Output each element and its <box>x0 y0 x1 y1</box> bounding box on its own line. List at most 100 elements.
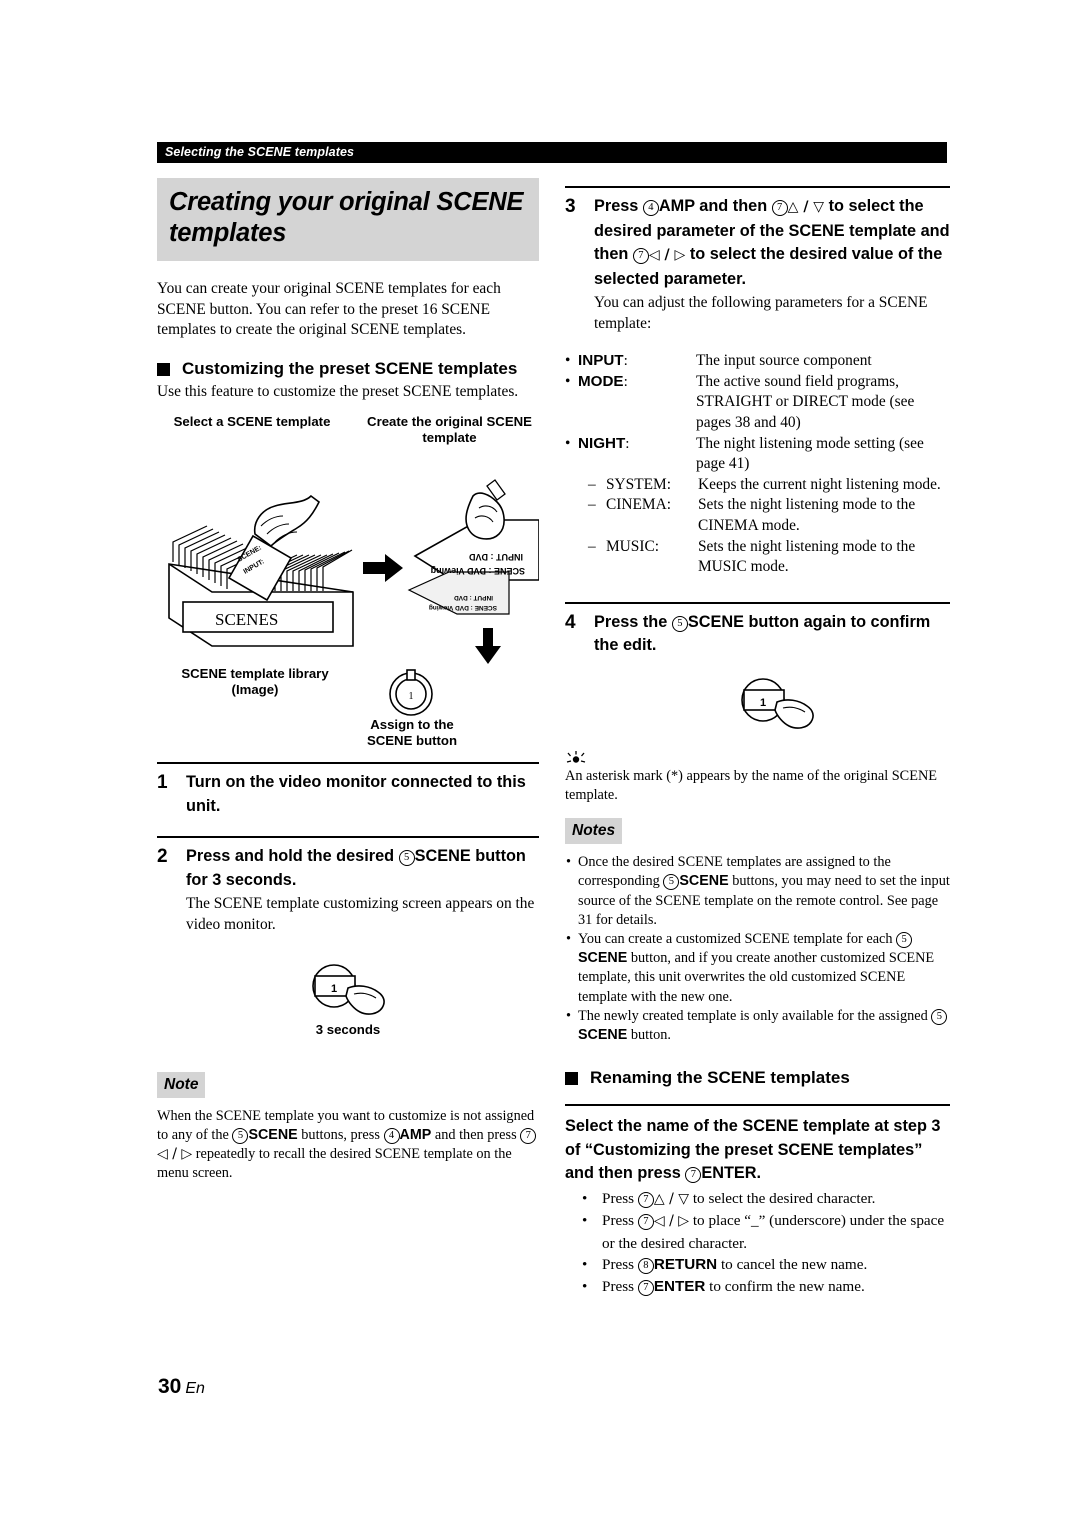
figure-card-small-line2: INPUT : DVD <box>454 594 493 601</box>
step-3-description: You can adjust the following parameters … <box>594 294 928 332</box>
page-number: 30 <box>158 1375 182 1398</box>
step-2-title: Press and hold the desired 5 SCENE button… <box>186 847 526 889</box>
step-4-number: 4 <box>565 611 576 633</box>
night-sub-value: Sets the night listening mode to the CIN… <box>698 496 916 534</box>
parameter-row-mode: • MODE: The active sound field programs,… <box>565 372 950 434</box>
tip-sun-icon <box>566 750 586 763</box>
section-intro-paragraph: Use this feature to customize the preset… <box>157 382 519 400</box>
left-right-arrow-icon: ◁ / ▷ <box>157 1145 193 1162</box>
section-heading-renaming: Renaming the SCENE templates <box>565 1067 950 1088</box>
parameter-key: INPUT: <box>578 352 628 370</box>
note-text: When the SCENE template you want to cust… <box>157 1107 537 1182</box>
circled-5-icon: 5 <box>671 615 688 632</box>
figure-box-caption: SCENES <box>215 610 278 629</box>
step-4: 4 Press the 5 SCENE button again to confi… <box>565 601 950 658</box>
circled-4-icon: 4 <box>383 1127 400 1144</box>
up-down-arrow-icon: △ / ▽ <box>653 1190 690 1207</box>
notes-item: The newly created template is only avail… <box>565 1007 950 1045</box>
amp-button-label: AMP <box>658 197 695 215</box>
figure-create-scene-template: Select a SCENE template Create the origi… <box>157 414 539 748</box>
circled-5-icon: 5 <box>232 1127 249 1144</box>
notes-block: Notes Once the desired SCENE templates a… <box>565 818 950 1045</box>
figure-label-create: Create the original SCENE template <box>367 414 532 446</box>
night-sub-row-music: – MUSIC: Sets the night listening mode t… <box>565 537 950 578</box>
parameter-value: The input source component <box>696 352 872 370</box>
square-bullet-icon <box>565 1072 578 1086</box>
circled-5-icon: 5 <box>931 1008 948 1025</box>
circled-7-icon: 7 <box>637 1279 654 1296</box>
section-heading-label: Customizing the preset SCENE templates <box>182 358 518 378</box>
dash-icon: – <box>588 496 596 514</box>
scene-button-label: SCENE <box>687 612 744 631</box>
parameter-row-input: • INPUT: The input source component <box>565 351 950 372</box>
night-sub-value: Sets the night listening mode to the MUS… <box>698 537 916 576</box>
left-right-arrow-icon: ◁ / ▷ <box>648 247 686 263</box>
figure-label-assign: Assign to the SCENE button <box>366 717 458 749</box>
enter-button-label: ENTER <box>701 1164 757 1183</box>
scene-button-label: SCENE <box>679 873 729 890</box>
manual-page: Selecting the SCENE templates Creating y… <box>0 0 1080 1528</box>
notes-item: Once the desired SCENE templates are ass… <box>565 853 950 930</box>
rename-bullet-item: Press 7ENTER to confirm the new name. <box>565 1276 950 1298</box>
step-2-number: 2 <box>157 846 168 868</box>
figure-card-big-line2: INPUT : DVD <box>468 552 523 562</box>
chapter-title-box: Creating your original SCENE templates <box>157 178 539 261</box>
step-3-number: 3 <box>565 196 576 217</box>
up-down-arrow-icon: △ / ▽ <box>787 199 825 215</box>
right-column: 3 Press 4 AMP and then 7 △ / ▽ to select t… <box>565 186 950 1297</box>
night-sub-row-system: – SYSTEM: Keeps the current night listen… <box>565 475 950 496</box>
scene-button-label: SCENE <box>248 1126 298 1143</box>
figure-caption-3-seconds: 3 seconds <box>315 1021 381 1037</box>
square-bullet-icon <box>157 362 170 376</box>
running-header-bar: Selecting the SCENE templates <box>157 142 947 163</box>
figure-card-big-line1: SCENE : DVD Viewing <box>431 566 525 576</box>
amp-button-label: AMP <box>399 1126 432 1143</box>
night-sub-value: Keeps the current night listening mode. <box>698 475 941 493</box>
rename-bullet-list: Press 7△ / ▽ to select the desired chara… <box>565 1188 950 1298</box>
parameter-value: The active sound field programs, STRAIGH… <box>696 372 915 431</box>
circled-7-icon: 7 <box>637 1191 654 1208</box>
step-2-description: The SCENE template customizing screen ap… <box>186 895 535 933</box>
circled-8-icon: 8 <box>637 1258 654 1275</box>
parameter-key: MODE: <box>578 372 628 390</box>
scene-button-label: SCENE <box>578 950 628 967</box>
parameter-value: The night listening mode setting (see pa… <box>696 434 924 473</box>
circled-5-icon: 5 <box>398 850 415 867</box>
circled-4-icon: 4 <box>642 200 659 216</box>
figure-press-confirm: 1 <box>565 668 950 750</box>
step-1-number: 1 <box>157 772 168 794</box>
night-sub-key: MUSIC: <box>606 537 660 555</box>
circled-7-icon: 7 <box>520 1127 537 1144</box>
bullet-icon: • <box>565 352 571 370</box>
knob-digit: 1 <box>409 691 414 702</box>
circled-5-icon: 5 <box>663 874 680 891</box>
left-right-arrow-icon: ◁ / ▷ <box>653 1213 690 1230</box>
dash-icon: – <box>588 537 596 555</box>
figure-illustration: SCENE: INPUT: SCENE : DVD Viewing INPUT … <box>168 479 539 665</box>
return-button-label: RETURN <box>653 1256 718 1274</box>
step-1-title: Turn on the video monitor connected to t… <box>186 773 526 815</box>
scene-button-label: SCENE <box>414 847 471 866</box>
enter-button-label: ENTER <box>653 1277 706 1295</box>
dash-icon: – <box>588 475 596 493</box>
step-1: 1 Turn on the video monitor connected to… <box>157 762 539 818</box>
note-block: Note When the SCENE template you want to… <box>157 1071 539 1184</box>
rename-bullet-item: Press 7◁ / ▷ to place “_” (underscore) u… <box>565 1210 950 1254</box>
figure-card-small-line1: SCENE : DVD Viewing <box>429 604 497 611</box>
parameter-row-night: • NIGHT: The night listening mode settin… <box>565 434 950 475</box>
section-heading-label: Renaming the SCENE templates <box>590 1068 850 1088</box>
night-sub-key: CINEMA: <box>606 496 671 514</box>
rename-lead-text: Select the name of the SCENE template at… <box>565 1104 950 1186</box>
bullet-icon: • <box>565 434 571 452</box>
press-button-digit: 1 <box>331 983 337 995</box>
rename-bullet-item: Press 8RETURN to cancel the new name. <box>565 1254 950 1276</box>
left-column: Creating your original SCENE templates Y… <box>157 178 539 1183</box>
parameter-list: • INPUT: The input source component • MO… <box>565 351 950 578</box>
circled-7-icon: 7 <box>685 1167 702 1184</box>
step-3: 3 Press 4 AMP and then 7 △ / ▽ to select t… <box>565 186 950 334</box>
step-2: 2 Press and hold the desired 5 SCENE butt… <box>157 836 539 935</box>
press-button-digit: 1 <box>760 697 766 709</box>
section-heading-customizing: Customizing the preset SCENE templates <box>157 358 539 379</box>
figure-press-hold: 1 3 seconds <box>157 958 539 1050</box>
bullet-icon: • <box>565 372 571 390</box>
